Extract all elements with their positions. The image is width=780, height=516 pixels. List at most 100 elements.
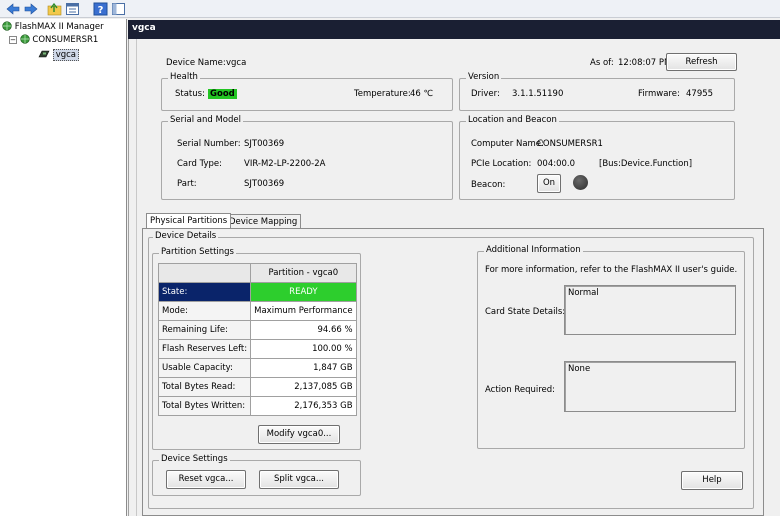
computer-name-label: Computer Name: xyxy=(471,139,544,149)
beacon-label: Beacon: xyxy=(471,180,506,190)
bytes-read-value: 2,137,085 GB xyxy=(250,377,357,397)
toolbar: ? xyxy=(0,0,780,18)
modify-partition-label: Modify vgca0... xyxy=(266,429,332,439)
as-of-label: As of: xyxy=(590,58,614,68)
pcie-location-value: 004:00.0 xyxy=(537,159,576,169)
version-group: Version Driver: 3.1.1.51190 Firmware: 47… xyxy=(459,72,735,111)
table-row[interactable]: Mode: Maximum Performance xyxy=(157,301,357,321)
firmware-value: 47955 xyxy=(686,89,714,99)
tree-item-root[interactable]: FlashMAX II Manager xyxy=(2,21,104,32)
part-value: SJT00369 xyxy=(244,179,285,189)
serial-number-value: SJT00369 xyxy=(244,139,285,149)
tab-physical-partitions[interactable]: Physical Partitions xyxy=(146,213,232,228)
panel-title: vgca xyxy=(128,20,780,39)
reset-device-button[interactable]: Reset vgca... xyxy=(166,470,246,489)
console-icon[interactable] xyxy=(110,1,126,16)
tree-host-label: CONSUMERSR1 xyxy=(32,35,99,45)
split-device-button[interactable]: Split vgca... xyxy=(259,470,339,489)
driver-value: 3.1.1.51190 xyxy=(512,89,564,99)
device-name-value: vgca xyxy=(226,58,247,68)
globe-icon xyxy=(20,34,30,44)
beacon-on-label: On xyxy=(542,178,556,188)
forward-icon[interactable] xyxy=(22,1,38,16)
location-group: Location and Beacon Computer Name: CONSU… xyxy=(459,115,735,200)
device-name-label: Device Name: xyxy=(166,58,226,68)
row-label-bytes-read: Total Bytes Read: xyxy=(157,377,252,397)
driver-label: Driver: xyxy=(471,89,500,99)
status-badge: Good xyxy=(208,89,237,99)
card-type-value: VIR-M2-LP-2200-2A xyxy=(244,159,326,169)
row-label-mode: Mode: xyxy=(157,301,252,321)
tree-device-label: vgca xyxy=(52,49,80,61)
up-folder-icon[interactable] xyxy=(46,1,62,16)
status-label: Status: xyxy=(175,89,205,99)
row-label-bytes-written: Total Bytes Written: xyxy=(157,396,252,416)
pcie-location-label: PCIe Location: xyxy=(471,159,532,169)
health-group: Health Status: Good Temperature: 46 ℃ xyxy=(161,72,453,111)
device-settings-title: Device Settings xyxy=(159,454,230,464)
device-details-title: Device Details xyxy=(153,231,219,241)
usable-capacity-value: 1,847 GB xyxy=(250,358,357,378)
refresh-button-label: Refresh xyxy=(685,57,718,67)
flash-reserves-value: 100.00 % xyxy=(250,339,357,359)
flash-card-icon xyxy=(38,50,50,58)
additional-info-hint: For more information, refer to the Flash… xyxy=(485,265,738,275)
table-row[interactable]: Remaining Life: 94.66 % xyxy=(157,320,357,340)
back-icon[interactable] xyxy=(4,1,20,16)
state-value: READY xyxy=(250,282,357,302)
device-panel: Device Name: vgca As of: 12:08:07 PM Ref… xyxy=(128,39,780,516)
remaining-life-value: 94.66 % xyxy=(250,320,357,340)
mode-value: Maximum Performance xyxy=(250,301,357,321)
tab-device-mapping[interactable]: Device Mapping xyxy=(225,214,302,228)
computer-name-value: CONSUMERSR1 xyxy=(537,139,603,149)
as-of-value: 12:08:07 PM xyxy=(618,58,672,68)
table-row[interactable]: Total Bytes Written: 2,176,353 GB xyxy=(157,396,357,416)
tree-item-device[interactable]: vgca xyxy=(38,49,80,61)
tree-item-host[interactable]: − CONSUMERSR1 xyxy=(9,34,98,45)
action-required-textbox[interactable]: None xyxy=(564,361,736,412)
globe-icon xyxy=(2,21,12,31)
modify-partition-button[interactable]: Modify vgca0... xyxy=(258,425,340,444)
table-row[interactable]: Usable Capacity: 1,847 GB xyxy=(157,358,357,378)
firmware-label: Firmware: xyxy=(638,89,680,99)
temperature-value: 46 ℃ xyxy=(410,89,434,99)
part-label: Part: xyxy=(177,179,197,189)
refresh-button[interactable]: Refresh xyxy=(666,53,737,71)
card-type-label: Card Type: xyxy=(177,159,222,169)
details-icon[interactable] xyxy=(64,1,80,16)
card-state-textbox[interactable]: Normal xyxy=(564,285,736,335)
bytes-written-value: 2,176,353 GB xyxy=(250,396,357,416)
table-corner xyxy=(157,263,252,283)
reset-device-label: Reset vgca... xyxy=(178,474,234,484)
help-button[interactable]: Help xyxy=(681,471,743,490)
partition-table: Partition - vgca0 State: READY Mode: Max… xyxy=(157,263,357,416)
beacon-on-button[interactable]: On xyxy=(537,174,561,193)
card-state-label: Card State Details: xyxy=(485,307,566,317)
partition-settings-title: Partition Settings xyxy=(159,247,236,257)
additional-info-title: Additional Information xyxy=(484,245,583,255)
pcie-location-hint: [Bus:Device.Function] xyxy=(599,159,693,169)
temperature-label: Temperature: xyxy=(354,89,411,99)
split-device-label: Split vgca... xyxy=(274,474,324,484)
row-label-state: State: xyxy=(157,282,252,302)
version-title: Version xyxy=(466,72,502,82)
location-title: Location and Beacon xyxy=(466,115,559,125)
serial-number-label: Serial Number: xyxy=(177,139,241,149)
row-label-usable-capacity: Usable Capacity: xyxy=(157,358,252,378)
table-row[interactable]: Total Bytes Read: 2,137,085 GB xyxy=(157,377,357,397)
action-required-label: Action Required: xyxy=(485,385,556,395)
tree-root-label: FlashMAX II Manager xyxy=(14,22,104,32)
help-icon[interactable]: ? xyxy=(92,1,108,16)
additional-info-group: Additional Information For more informat… xyxy=(477,245,745,449)
navigation-tree: FlashMAX II Manager − CONSUMERSR1 vgca xyxy=(0,19,127,516)
svg-text:?: ? xyxy=(98,5,104,16)
table-row[interactable]: Flash Reserves Left: 100.00 % xyxy=(157,339,357,359)
help-button-label: Help xyxy=(702,475,722,485)
row-label-remaining-life: Remaining Life: xyxy=(157,320,252,340)
beacon-indicator-icon xyxy=(573,175,588,190)
serial-group: Serial and Model Serial Number: SJT00369… xyxy=(161,115,453,200)
row-label-flash-reserves: Flash Reserves Left: xyxy=(157,339,252,359)
collapse-icon[interactable]: − xyxy=(9,36,17,44)
table-row[interactable]: State: READY xyxy=(157,282,357,302)
health-title: Health xyxy=(168,72,200,82)
